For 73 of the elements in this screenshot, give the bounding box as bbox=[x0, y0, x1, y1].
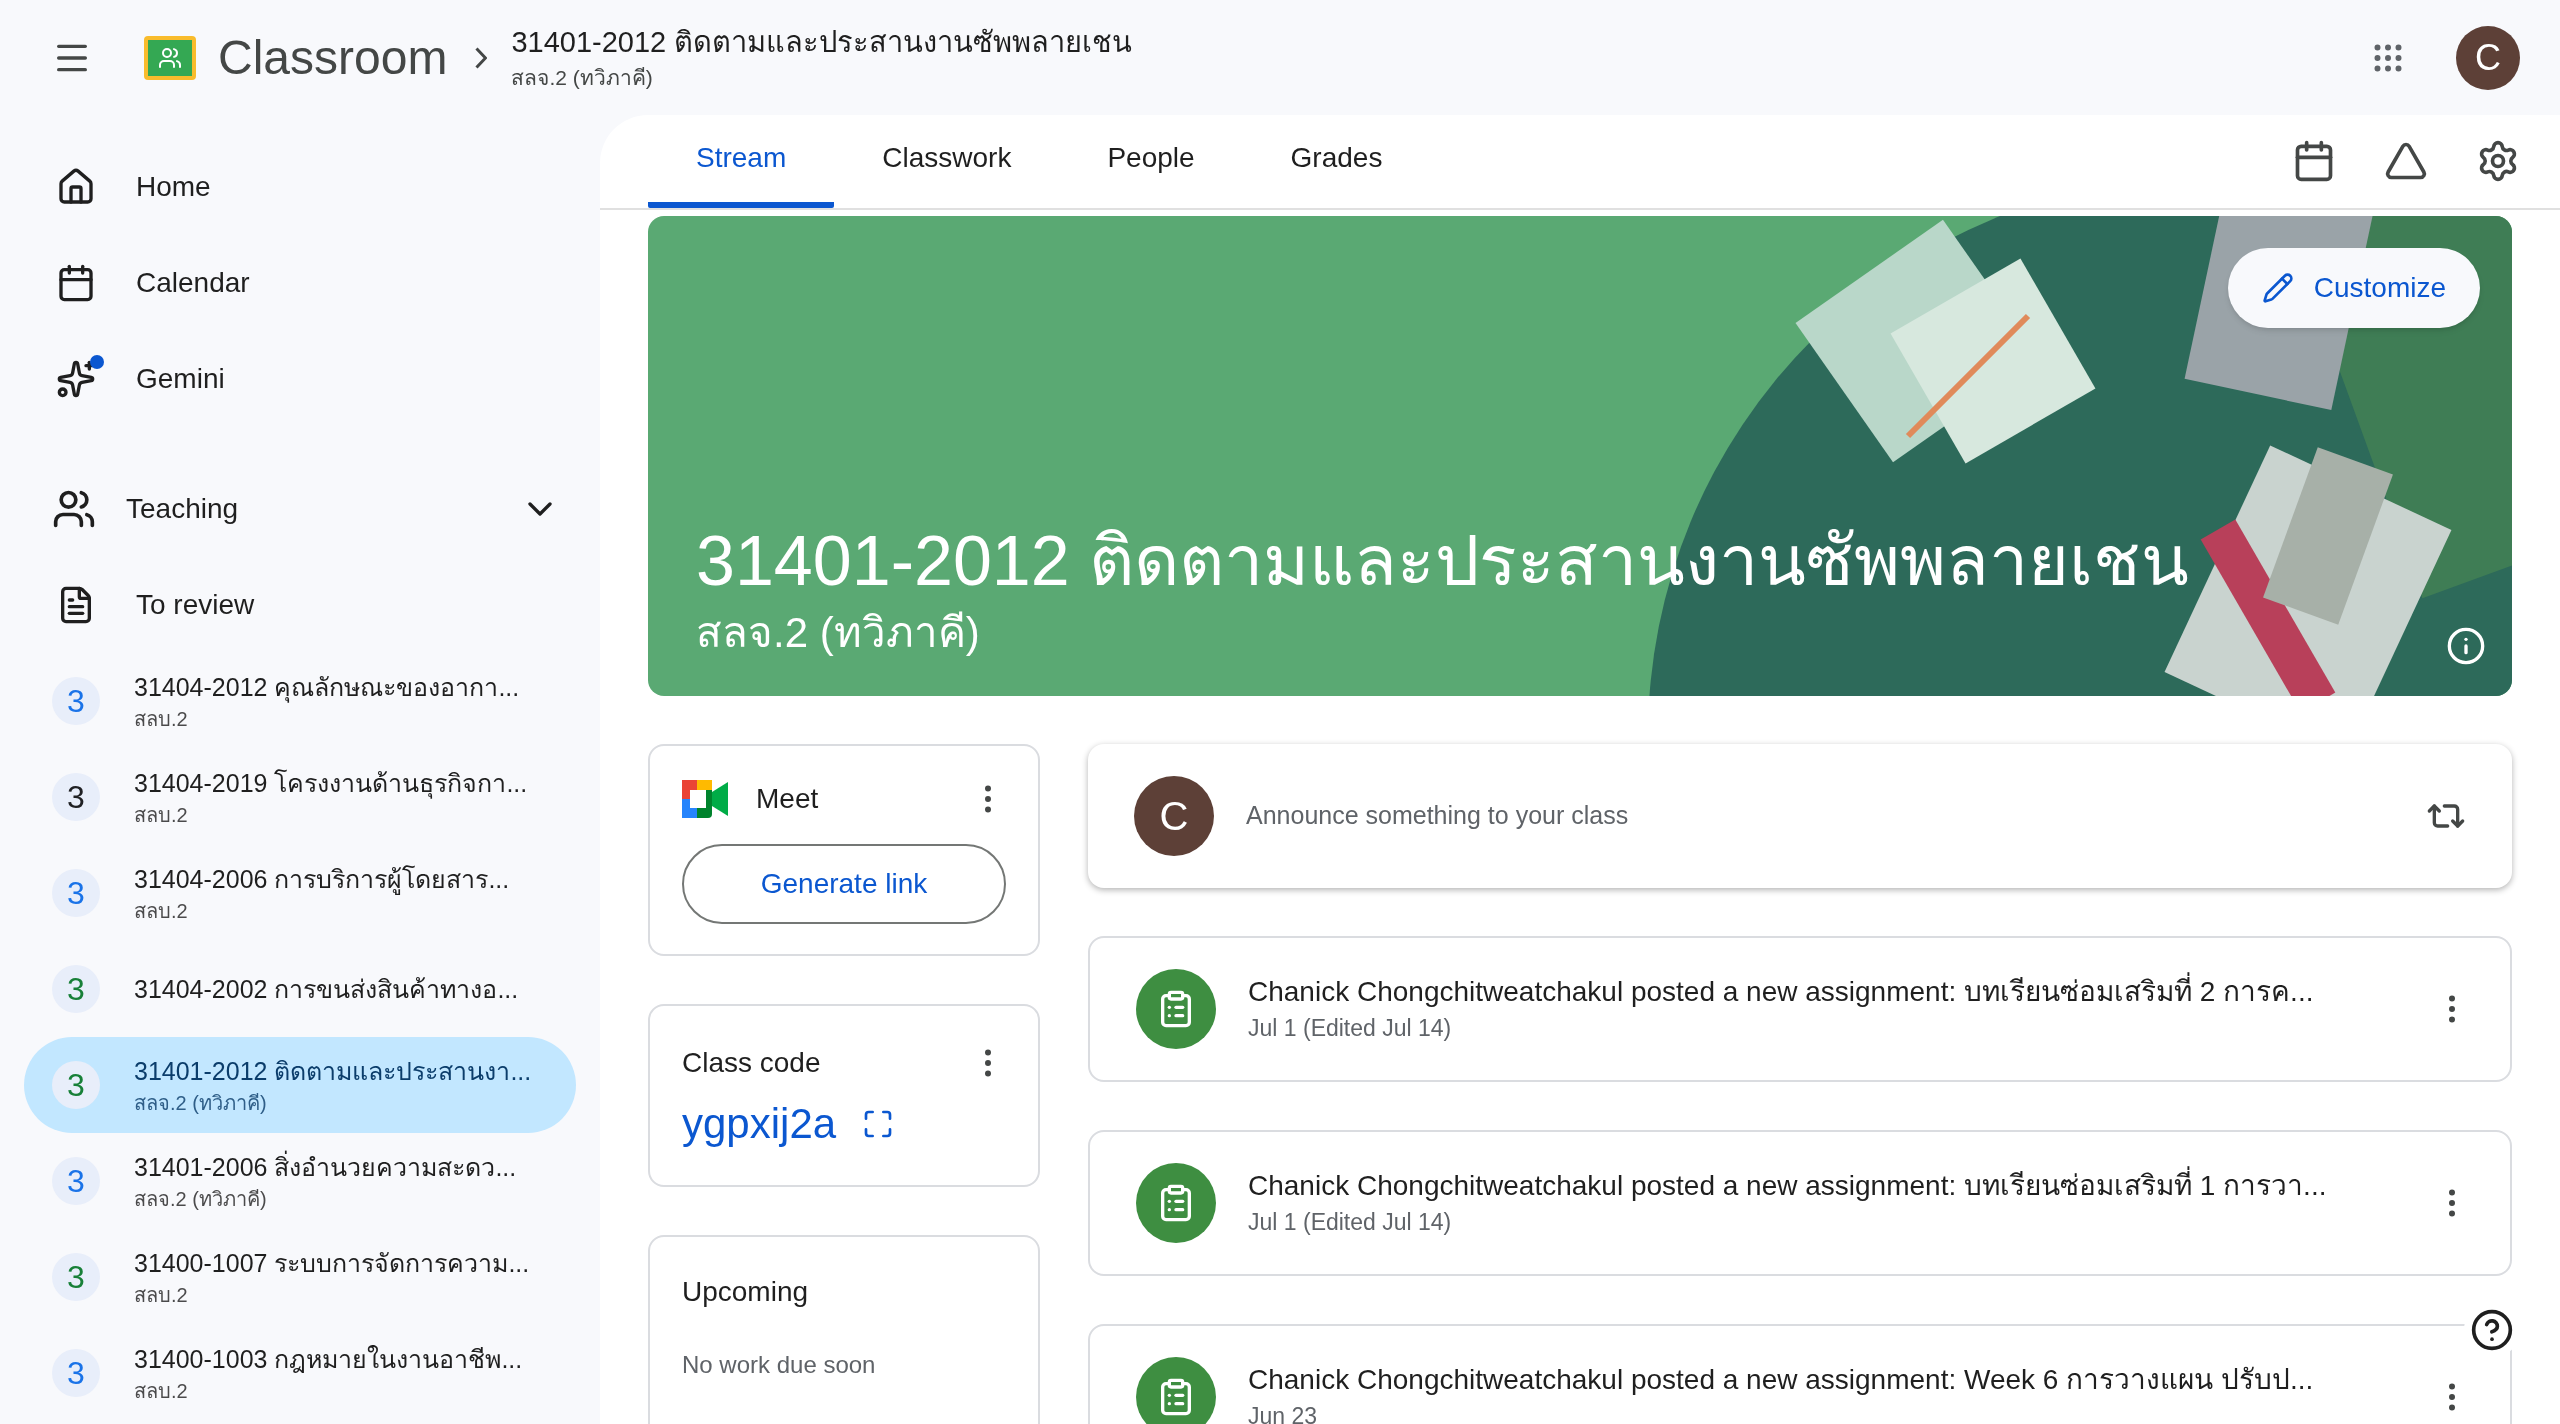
home-icon bbox=[56, 167, 96, 207]
tab[interactable]: People bbox=[1059, 113, 1243, 208]
account-avatar[interactable]: C bbox=[2456, 25, 2520, 90]
course-section: สลบ.2 bbox=[134, 1281, 530, 1309]
help-icon bbox=[2470, 1308, 2514, 1352]
classroom-logo-icon bbox=[144, 35, 196, 80]
course-item[interactable]: 3 31401-2006 สิ่งอำนวยความสะดว... สลจ.2 (ทวิภาคี) bbox=[24, 1133, 576, 1229]
course-section: สลจ.2 (ทวิภาคี) bbox=[134, 1089, 532, 1117]
course-item[interactable]: 3 31400-1007 ระบบการจัดการความ... สลบ.2 bbox=[24, 1229, 576, 1325]
post-date: Jul 1 (Edited Jul 14) bbox=[1248, 1207, 1453, 1237]
course-badge: 3 bbox=[52, 965, 100, 1013]
course-item[interactable]: 3 31404-2012 คุณลักษณะของอากา... สลบ.2 bbox=[24, 653, 576, 749]
course-section: สลบ.2 bbox=[134, 1377, 523, 1405]
course-title: 31404-2002 การขนส่งสินค้าทางอ... bbox=[134, 974, 519, 1005]
course-badge: 3 bbox=[52, 773, 100, 821]
announce-card[interactable]: C Announce something to your class bbox=[1088, 744, 2512, 888]
course-section: สลบ.2 bbox=[134, 801, 528, 829]
upcoming-message: No work due soon bbox=[682, 1350, 877, 1380]
course-item[interactable]: 3 31404-2019 โครงงานด้านธุรกิจกา... สลบ.2 bbox=[24, 749, 576, 845]
course-badge: 3 bbox=[52, 1061, 100, 1109]
post-title: Chanick Chongchitweatchakul posted a new assignment: บทเรียนซ่อมเสริมที่ 1 การวา... bbox=[1248, 1166, 2434, 1205]
sidebar-item[interactable]: Home bbox=[0, 139, 600, 235]
customize-button[interactable]: Customize bbox=[2227, 248, 2480, 328]
course-subtitle: สลจ.2 (ทวิภาคี) bbox=[511, 64, 654, 91]
video-camera-icon bbox=[682, 780, 728, 818]
sidebar-item[interactable]: To review bbox=[0, 557, 600, 653]
course-badge: 3 bbox=[52, 677, 100, 725]
class-code: ygpxij2a bbox=[682, 1099, 837, 1149]
app-name[interactable]: Classroom bbox=[218, 21, 448, 94]
course-title: 31401-2006 สิ่งอำนวยความสะดว... bbox=[134, 1149, 517, 1185]
course-title: 31404-2019 โครงงานด้านธุรกิจกา... bbox=[134, 768, 528, 801]
course-title: 31404-2006 การบริการผู้โดยสาร... bbox=[134, 864, 510, 897]
course-item[interactable]: 3 31400-1003 กฎหมายในงานอาชีพ... สลบ.2 bbox=[24, 1325, 576, 1421]
course-badge: 3 bbox=[52, 1157, 100, 1205]
post-date: Jul 1 (Edited Jul 14) bbox=[1248, 1013, 1453, 1043]
meet-title: Meet bbox=[756, 782, 820, 816]
banner-title: 31401-2012 ติดตามและประสานงานซัพพลายเชน bbox=[696, 521, 2190, 602]
post-title: Chanick Chongchitweatchakul posted a new assignment: Week 6 การวางแผน ปรับป... bbox=[1248, 1362, 2315, 1397]
course-badge: 3 bbox=[52, 1253, 100, 1301]
assignment-post[interactable]: Chanick Chongchitweatchakul posted a new assignment: บทเรียนซ่อมเสริมที่ 2 การค... Jul 1 (Edited Jul 14) bbox=[1088, 936, 2512, 1082]
tab[interactable]: Stream bbox=[648, 113, 835, 208]
course-item[interactable]: 3 31401-2012 ติดตามและประสานงา... สลจ.2 (ทวิภาคี) bbox=[24, 1037, 576, 1133]
course-badge: 3 bbox=[52, 1349, 100, 1397]
pencil-icon bbox=[2261, 272, 2294, 304]
calendar-icon bbox=[56, 263, 96, 303]
upcoming-title: Upcoming bbox=[682, 1275, 810, 1309]
course-title: 31400-1003 กฎหมายในงานอาชีพ... bbox=[134, 1344, 523, 1375]
course-item[interactable]: 3 31404-2002 การขนส่งสินค้าทางอ... bbox=[24, 941, 576, 1037]
course-title: 31401-2012 ติดตามและประสานงานซัพพลายเชน bbox=[511, 24, 1133, 60]
class-code-title: Class code bbox=[682, 1046, 822, 1080]
post-date: Jun 23 bbox=[1248, 1401, 1319, 1424]
info-icon[interactable] bbox=[2446, 626, 2486, 666]
assignment-post[interactable]: Chanick Chongchitweatchakul posted a new assignment: บทเรียนซ่อมเสริมที่ 1 การวา... Jul 1 (Edited Jul 14) bbox=[1088, 1130, 2512, 1276]
banner-subtitle: สลจ.2 (ทวิภาคี) bbox=[696, 608, 981, 658]
sidebar-item[interactable]: Calendar bbox=[0, 235, 600, 331]
tab[interactable]: Grades bbox=[1242, 113, 1431, 208]
post-title: Chanick Chongchitweatchakul posted a new assignment: บทเรียนซ่อมเสริมที่ 2 การค... bbox=[1248, 972, 2434, 1011]
course-title: 31401-2012 ติดตามและประสานงา... bbox=[134, 1056, 532, 1087]
teaching-section-header[interactable]: Teaching bbox=[0, 461, 600, 557]
course-section: สลบ.2 bbox=[134, 705, 520, 733]
course-section: สลบ.2 bbox=[134, 897, 510, 925]
chevron-right-icon bbox=[475, 46, 488, 69]
tab[interactable]: Classwork bbox=[834, 113, 1060, 208]
generate-link-button[interactable]: Generate link bbox=[682, 844, 1006, 924]
course-title: 31404-2012 คุณลักษณะของอากา... bbox=[134, 672, 520, 705]
announce-placeholder: Announce something to your class bbox=[1246, 800, 1630, 832]
course-section: สลจ.2 (ทวิภาคี) bbox=[134, 1185, 517, 1213]
course-badge: 3 bbox=[52, 869, 100, 917]
sparkle-list-icon bbox=[56, 359, 96, 399]
course-item[interactable]: 3 31404-2006 การบริการผู้โดยสาร... สลบ.2 bbox=[24, 845, 576, 941]
sidebar-item[interactable]: Gemini bbox=[0, 331, 600, 427]
course-title: 31400-1007 ระบบการจัดการความ... bbox=[134, 1248, 530, 1279]
user-avatar: C bbox=[1134, 776, 1214, 856]
